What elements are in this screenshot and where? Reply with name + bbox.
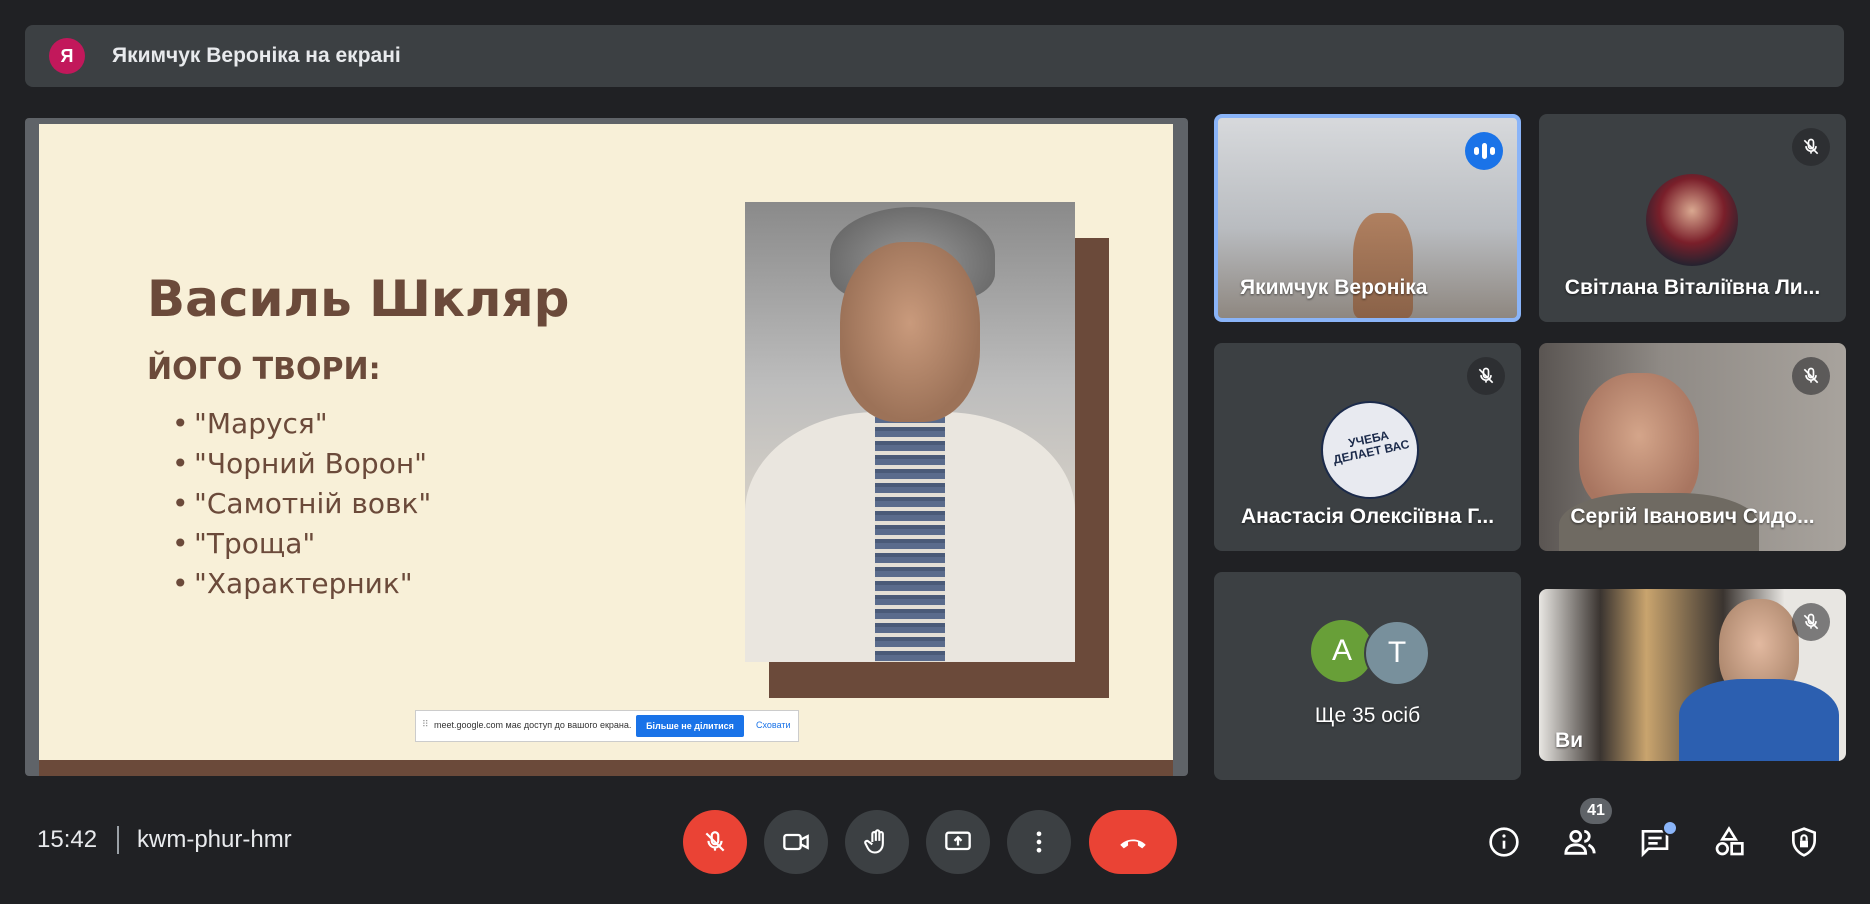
presenter-banner: Я Якимчук Вероніка на екрані xyxy=(25,25,1844,87)
video-camera-icon xyxy=(783,833,809,851)
list-item: "Самотній вовк" xyxy=(172,484,431,524)
screen-share-notification: ⠿ meet.google.com має доступ до вашого е… xyxy=(415,710,799,742)
list-item: "Чорний Ворон" xyxy=(172,444,431,484)
works-list: "Маруся" "Чорний Ворон" "Самотній вовк" … xyxy=(164,404,431,604)
presentation-slide: Василь Шкляр ЙОГО ТВОРИ: "Маруся" "Чорни… xyxy=(39,124,1173,760)
participant-name: Якимчук Вероніка xyxy=(1240,276,1428,299)
mic-off-icon xyxy=(1467,357,1505,395)
divider xyxy=(117,826,119,854)
people-button[interactable] xyxy=(1558,820,1602,864)
meeting-code: kwm-phur-hmr xyxy=(137,826,292,853)
leave-call-button[interactable] xyxy=(1089,810,1177,874)
host-controls-button[interactable] xyxy=(1782,820,1826,864)
avatar: T xyxy=(1364,620,1430,686)
present-screen-icon xyxy=(945,831,971,851)
participant-name: Анастасія Олексіївна Г... xyxy=(1240,505,1495,528)
shapes-icon xyxy=(1715,826,1744,856)
list-item: "Маруся" xyxy=(172,404,431,444)
participant-tile[interactable]: Сергій Іванович Сидо... xyxy=(1539,343,1846,551)
hide-button[interactable]: Сховати xyxy=(756,720,791,730)
screen-share-stage: Василь Шкляр ЙОГО ТВОРИ: "Маруся" "Чорни… xyxy=(25,118,1188,776)
participant-tile[interactable]: УЧЕБА ДЕЛАЕТ ВАС Анастасія Олексіївна Г.… xyxy=(1214,343,1521,551)
mic-off-icon xyxy=(705,831,725,852)
mic-off-icon xyxy=(1792,603,1830,641)
activities-button[interactable] xyxy=(1707,820,1751,864)
more-vert-icon xyxy=(1036,831,1042,853)
avatar: УЧЕБА ДЕЛАЕТ ВАС xyxy=(1321,401,1419,499)
drag-handle-icon[interactable]: ⠿ xyxy=(422,719,429,730)
stop-sharing-button[interactable]: Більше не ділитися xyxy=(636,715,744,737)
speaking-indicator-icon xyxy=(1465,132,1503,170)
participant-name: Сергій Іванович Сидо... xyxy=(1570,505,1815,528)
list-item: "Троща" xyxy=(172,524,431,564)
slide-subtitle: ЙОГО ТВОРИ: xyxy=(147,352,381,387)
presenter-banner-text: Якимчук Вероніка на екрані xyxy=(112,44,401,67)
slide-bottom-strip xyxy=(39,760,1173,776)
avatar xyxy=(1646,174,1738,266)
hand-icon xyxy=(864,829,884,854)
more-participants-tile[interactable]: A T Ще 35 осіб xyxy=(1214,572,1521,780)
shield-lock-icon xyxy=(1792,827,1816,857)
participant-name: Ви xyxy=(1555,729,1584,752)
more-options-button[interactable] xyxy=(1007,810,1071,874)
more-participants-label: Ще 35 осіб xyxy=(1314,704,1421,727)
share-message: meet.google.com має доступ до вашого екр… xyxy=(434,720,632,730)
camera-toggle-button[interactable] xyxy=(764,810,828,874)
info-icon xyxy=(1489,827,1519,857)
participant-tile[interactable]: Якимчук Вероніка xyxy=(1214,114,1521,322)
people-icon xyxy=(1564,829,1596,855)
unread-dot xyxy=(1662,820,1678,836)
raise-hand-button[interactable] xyxy=(845,810,909,874)
presenter-avatar: Я xyxy=(49,38,85,74)
meeting-details-button[interactable] xyxy=(1482,820,1526,864)
mic-off-icon xyxy=(1792,357,1830,395)
people-count-badge: 41 xyxy=(1580,798,1612,824)
present-screen-button[interactable] xyxy=(926,810,990,874)
self-view-tile[interactable]: Ви xyxy=(1539,589,1846,761)
mic-toggle-button[interactable] xyxy=(683,810,747,874)
portrait-photo xyxy=(745,202,1075,662)
mic-off-icon xyxy=(1792,128,1830,166)
participant-name: Світлана Віталіївна Ли... xyxy=(1564,276,1821,299)
clock: 15:42 xyxy=(37,826,98,853)
participant-tile[interactable]: Світлана Віталіївна Ли... xyxy=(1539,114,1846,322)
list-item: "Характерник" xyxy=(172,564,431,604)
hang-up-icon xyxy=(1120,839,1146,849)
slide-title: Василь Шкляр xyxy=(147,270,570,328)
